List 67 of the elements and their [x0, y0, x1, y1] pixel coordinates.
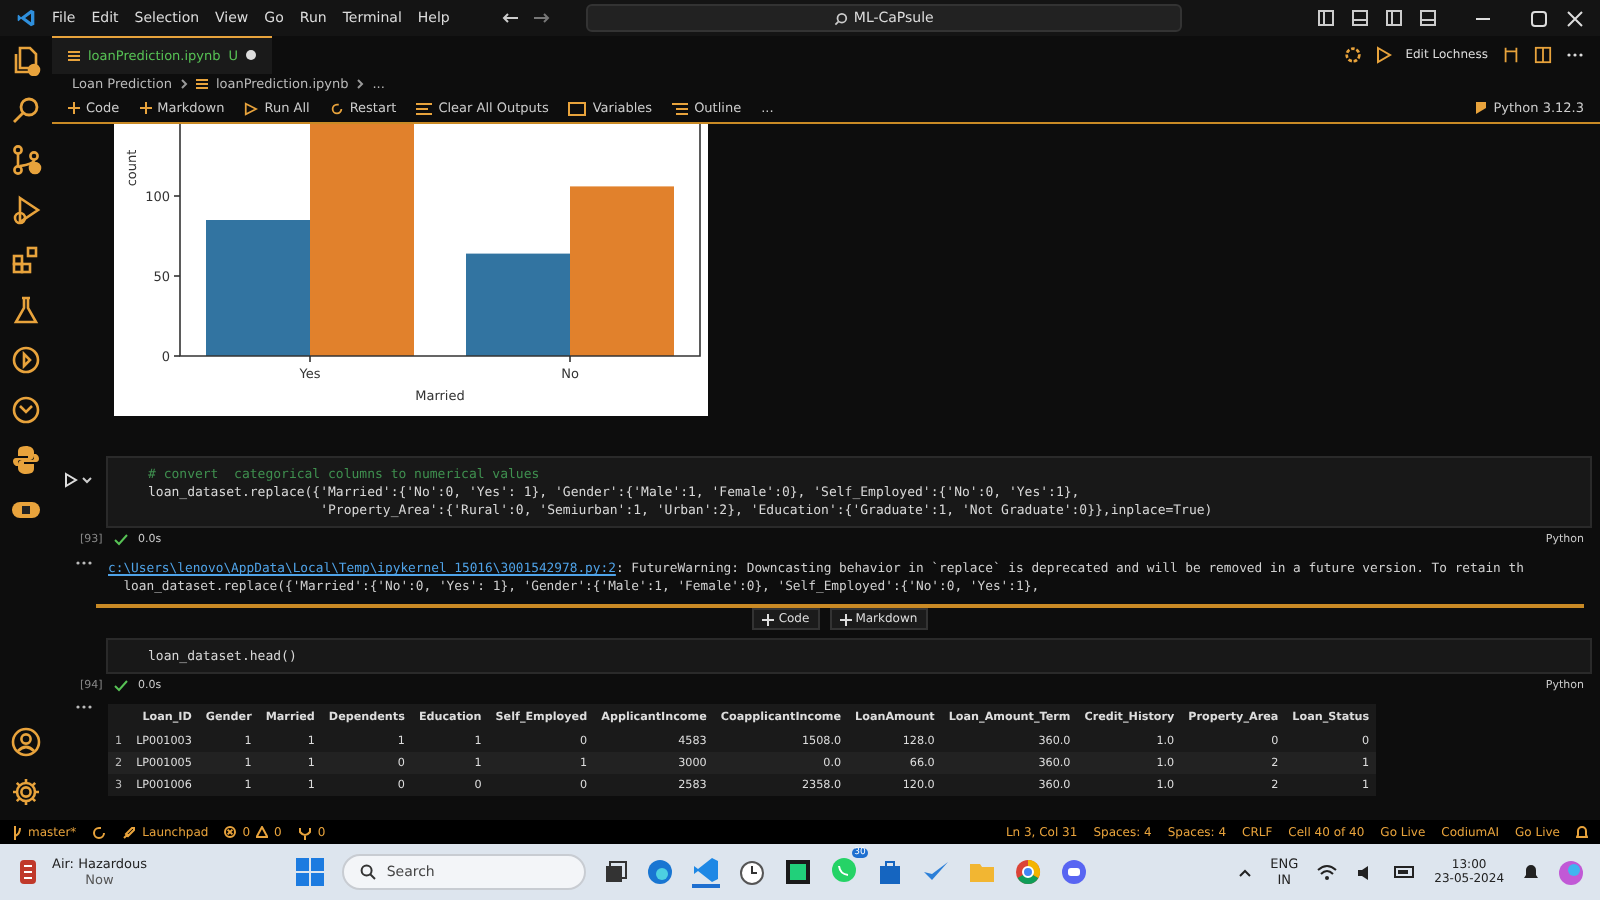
start-icon[interactable]	[296, 858, 325, 886]
outline-icon	[672, 101, 689, 115]
run-cell-icon[interactable]	[64, 472, 78, 488]
store-icon[interactable]	[876, 858, 905, 886]
variables-icon	[568, 101, 587, 115]
ports-icon[interactable]	[297, 825, 312, 839]
search-icon	[833, 11, 848, 25]
more-actions-icon[interactable]	[1566, 51, 1584, 57]
plus-icon	[139, 102, 152, 114]
kernel-icon	[1473, 100, 1488, 116]
code-editor-icon[interactable]	[692, 856, 721, 888]
clock-icon[interactable]	[738, 858, 767, 886]
warning-icon[interactable]	[256, 826, 269, 838]
account-icon[interactable]	[10, 726, 42, 758]
search-icon[interactable]	[10, 94, 42, 126]
plus-icon	[762, 613, 775, 625]
layout-icon[interactable]	[1352, 10, 1368, 26]
run-icon[interactable]	[1375, 45, 1392, 63]
notebook-file-icon	[195, 77, 208, 89]
chevron-down-icon[interactable]	[82, 476, 92, 484]
remote-icon[interactable]	[10, 394, 42, 426]
settings-icon[interactable]	[10, 776, 42, 808]
output-menu-icon[interactable]	[72, 704, 96, 710]
play-circle-icon[interactable]	[10, 344, 42, 376]
back-arrow-icon[interactable]	[501, 12, 518, 24]
plus-icon	[68, 102, 80, 114]
error-icon[interactable]	[224, 826, 237, 838]
play-icon	[244, 101, 259, 115]
run-icon[interactable]	[10, 194, 42, 226]
chevron-icon	[356, 77, 365, 89]
layout-icon[interactable]	[1420, 10, 1436, 26]
bell-icon[interactable]	[1576, 825, 1588, 839]
sync-icon[interactable]	[92, 825, 107, 839]
extensions-icon[interactable]	[10, 244, 42, 276]
chrome-icon[interactable]	[1014, 858, 1043, 886]
restart-icon	[329, 101, 344, 115]
python-icon[interactable]	[10, 444, 42, 476]
forward-arrow-icon[interactable]	[533, 12, 550, 24]
chat-bubble-icon[interactable]	[1060, 858, 1089, 886]
output-menu-icon[interactable]	[72, 560, 96, 566]
success-check-icon	[114, 680, 128, 692]
layout-icon[interactable]	[1318, 10, 1334, 26]
notebook-file-icon	[68, 49, 80, 61]
app-logo-icon	[16, 8, 36, 28]
wifi-icon[interactable]	[1316, 863, 1339, 881]
files-icon[interactable]	[10, 44, 42, 76]
browser-icon[interactable]	[646, 858, 675, 886]
search-icon	[360, 864, 377, 880]
bell-icon[interactable]	[1522, 862, 1541, 882]
code-cell[interactable]	[106, 456, 1592, 528]
clear-icon	[416, 101, 433, 115]
plus-icon	[839, 613, 852, 625]
success-check-icon	[114, 534, 128, 546]
branch-icon[interactable]	[10, 144, 42, 176]
battery-icon[interactable]	[1394, 864, 1417, 880]
branch-icon[interactable]	[12, 825, 22, 839]
terminal-app-icon[interactable]	[784, 858, 813, 886]
chevron-icon	[179, 77, 188, 89]
layout-icon[interactable]	[1386, 10, 1402, 26]
maximize-icon[interactable]	[1530, 9, 1548, 27]
compare-icon[interactable]	[1502, 45, 1520, 63]
split-editor-icon[interactable]	[1534, 45, 1552, 63]
close-icon[interactable]	[1566, 9, 1584, 27]
flask-icon[interactable]	[10, 294, 42, 326]
thermometer-icon	[16, 858, 40, 886]
task-view-icon[interactable]	[604, 860, 629, 884]
tray-chevron-icon[interactable]	[1238, 867, 1253, 877]
